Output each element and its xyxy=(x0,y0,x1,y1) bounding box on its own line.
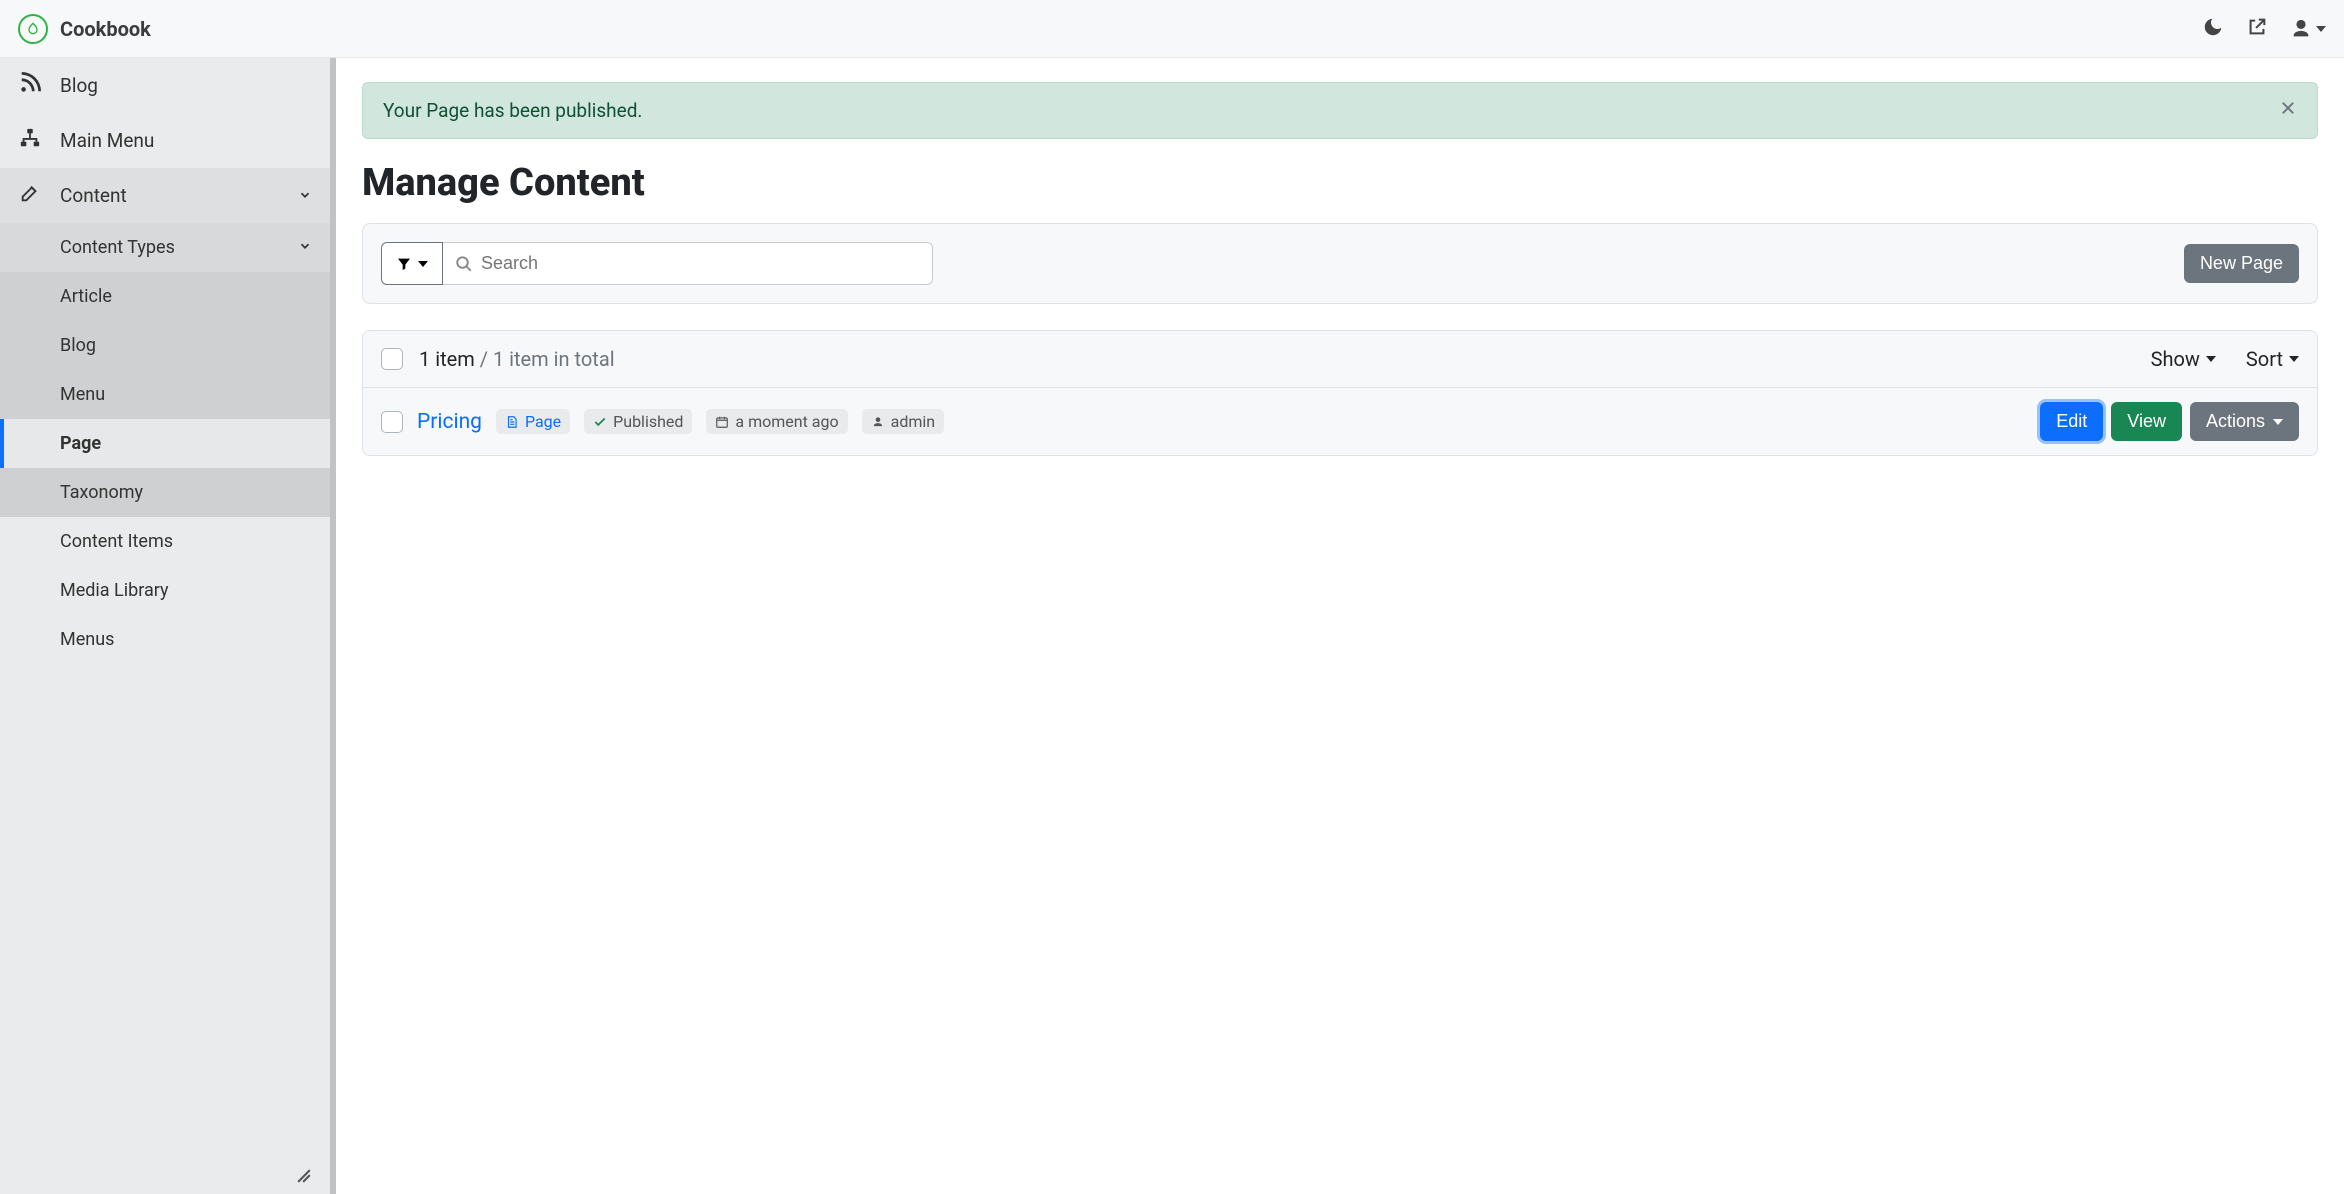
content-list: 1 item / 1 item in total Show Sort xyxy=(362,330,2318,456)
sidebar-item-label: Article xyxy=(60,286,112,307)
alert-message: Your Page has been published. xyxy=(383,99,642,122)
sidebar-item-content-items[interactable]: Content Items xyxy=(0,517,330,566)
external-link-icon[interactable] xyxy=(2246,16,2268,42)
author-badge: admin xyxy=(862,409,944,434)
sidebar-item-label: Menu xyxy=(60,384,105,405)
caret-down-icon xyxy=(2316,26,2326,32)
main-content: Your Page has been published. Manage Con… xyxy=(336,58,2344,1194)
count-separator: / xyxy=(475,347,493,371)
sidebar-item-label: Content xyxy=(60,184,127,207)
caret-down-icon xyxy=(2289,356,2299,362)
sidebar-item-label: Main Menu xyxy=(60,129,154,152)
sidebar-item-main-menu[interactable]: Main Menu xyxy=(0,113,330,168)
badge-label: a moment ago xyxy=(735,412,838,431)
button-label: View xyxy=(2127,411,2166,432)
sidebar-item-label: Content Items xyxy=(60,531,173,552)
sidebar-item-label: Blog xyxy=(60,335,96,356)
list-header: 1 item / 1 item in total Show Sort xyxy=(363,331,2317,388)
row-title-link[interactable]: Pricing xyxy=(417,410,482,434)
file-icon xyxy=(505,415,519,429)
search-box xyxy=(443,242,933,285)
sidebar-type-menu[interactable]: Menu xyxy=(0,370,330,419)
badge-label: Page xyxy=(525,412,561,431)
item-count: 1 item / 1 item in total xyxy=(419,347,615,371)
topbar: Cookbook xyxy=(0,0,2344,58)
show-dropdown[interactable]: Show xyxy=(2151,347,2216,371)
sidebar-resize-handle[interactable] xyxy=(0,1158,330,1194)
alert-close-button[interactable] xyxy=(2279,99,2297,122)
dropdown-label: Show xyxy=(2151,347,2200,371)
brand-name: Cookbook xyxy=(60,17,151,41)
page-title: Manage Content xyxy=(362,161,2318,205)
sidebar: Blog Main Menu Content Content Types xyxy=(0,58,336,1194)
sidebar-item-label: Taxonomy xyxy=(60,482,143,503)
filter-icon xyxy=(396,256,412,272)
count-secondary: 1 item in total xyxy=(493,347,615,371)
sidebar-item-blog[interactable]: Blog xyxy=(0,58,330,113)
sidebar-item-label: Blog xyxy=(60,74,98,97)
edit-button[interactable]: Edit xyxy=(2040,402,2103,441)
button-label: New Page xyxy=(2200,253,2283,274)
time-badge: a moment ago xyxy=(706,409,847,434)
caret-down-icon xyxy=(2273,419,2283,425)
brand[interactable]: Cookbook xyxy=(18,14,151,44)
new-page-button[interactable]: New Page xyxy=(2184,244,2299,283)
sort-dropdown[interactable]: Sort xyxy=(2246,347,2299,371)
toolbar: New Page xyxy=(362,223,2318,304)
sidebar-item-menus[interactable]: Menus xyxy=(0,615,330,664)
edit-icon xyxy=(18,182,42,209)
calendar-icon xyxy=(715,415,729,429)
sitemap-icon xyxy=(18,127,42,154)
sidebar-item-label: Page xyxy=(60,433,101,454)
status-badge: Published xyxy=(584,409,692,434)
select-all-checkbox[interactable] xyxy=(381,348,403,370)
sidebar-item-media-library[interactable]: Media Library xyxy=(0,566,330,615)
chevron-down-icon xyxy=(298,237,312,258)
sidebar-type-page[interactable]: Page xyxy=(0,419,330,468)
button-label: Edit xyxy=(2056,411,2087,432)
topbar-right xyxy=(2202,16,2326,42)
type-badge: Page xyxy=(496,409,570,434)
caret-down-icon xyxy=(2206,356,2216,362)
actions-dropdown[interactable]: Actions xyxy=(2190,402,2299,441)
sidebar-item-label: Menus xyxy=(60,629,114,650)
chevron-down-icon xyxy=(298,184,312,207)
badge-label: Published xyxy=(613,412,683,431)
user-menu[interactable] xyxy=(2290,18,2326,40)
dark-mode-icon[interactable] xyxy=(2202,16,2224,42)
sidebar-item-label: Media Library xyxy=(60,580,169,601)
filter-button[interactable] xyxy=(381,242,443,285)
rss-icon xyxy=(18,72,42,99)
sidebar-sub-content-types[interactable]: Content Types xyxy=(0,223,330,272)
view-button[interactable]: View xyxy=(2111,402,2182,441)
search-icon xyxy=(455,255,473,273)
sidebar-item-content[interactable]: Content xyxy=(0,168,330,223)
brand-logo-icon xyxy=(18,14,48,44)
user-icon xyxy=(871,415,885,429)
content-row: Pricing Page Published a moment ago xyxy=(363,388,2317,455)
search-group xyxy=(381,242,933,285)
row-checkbox[interactable] xyxy=(381,411,403,433)
button-label: Actions xyxy=(2206,411,2265,432)
dropdown-label: Sort xyxy=(2246,347,2283,371)
badge-label: admin xyxy=(891,412,935,431)
check-icon xyxy=(593,415,607,429)
sidebar-item-label: Content Types xyxy=(60,237,175,258)
sidebar-type-article[interactable]: Article xyxy=(0,272,330,321)
sidebar-type-blog[interactable]: Blog xyxy=(0,321,330,370)
success-alert: Your Page has been published. xyxy=(362,82,2318,139)
count-primary: 1 item xyxy=(419,347,475,371)
caret-down-icon xyxy=(418,261,428,267)
search-input[interactable] xyxy=(473,243,920,284)
sidebar-type-taxonomy[interactable]: Taxonomy xyxy=(0,468,330,517)
